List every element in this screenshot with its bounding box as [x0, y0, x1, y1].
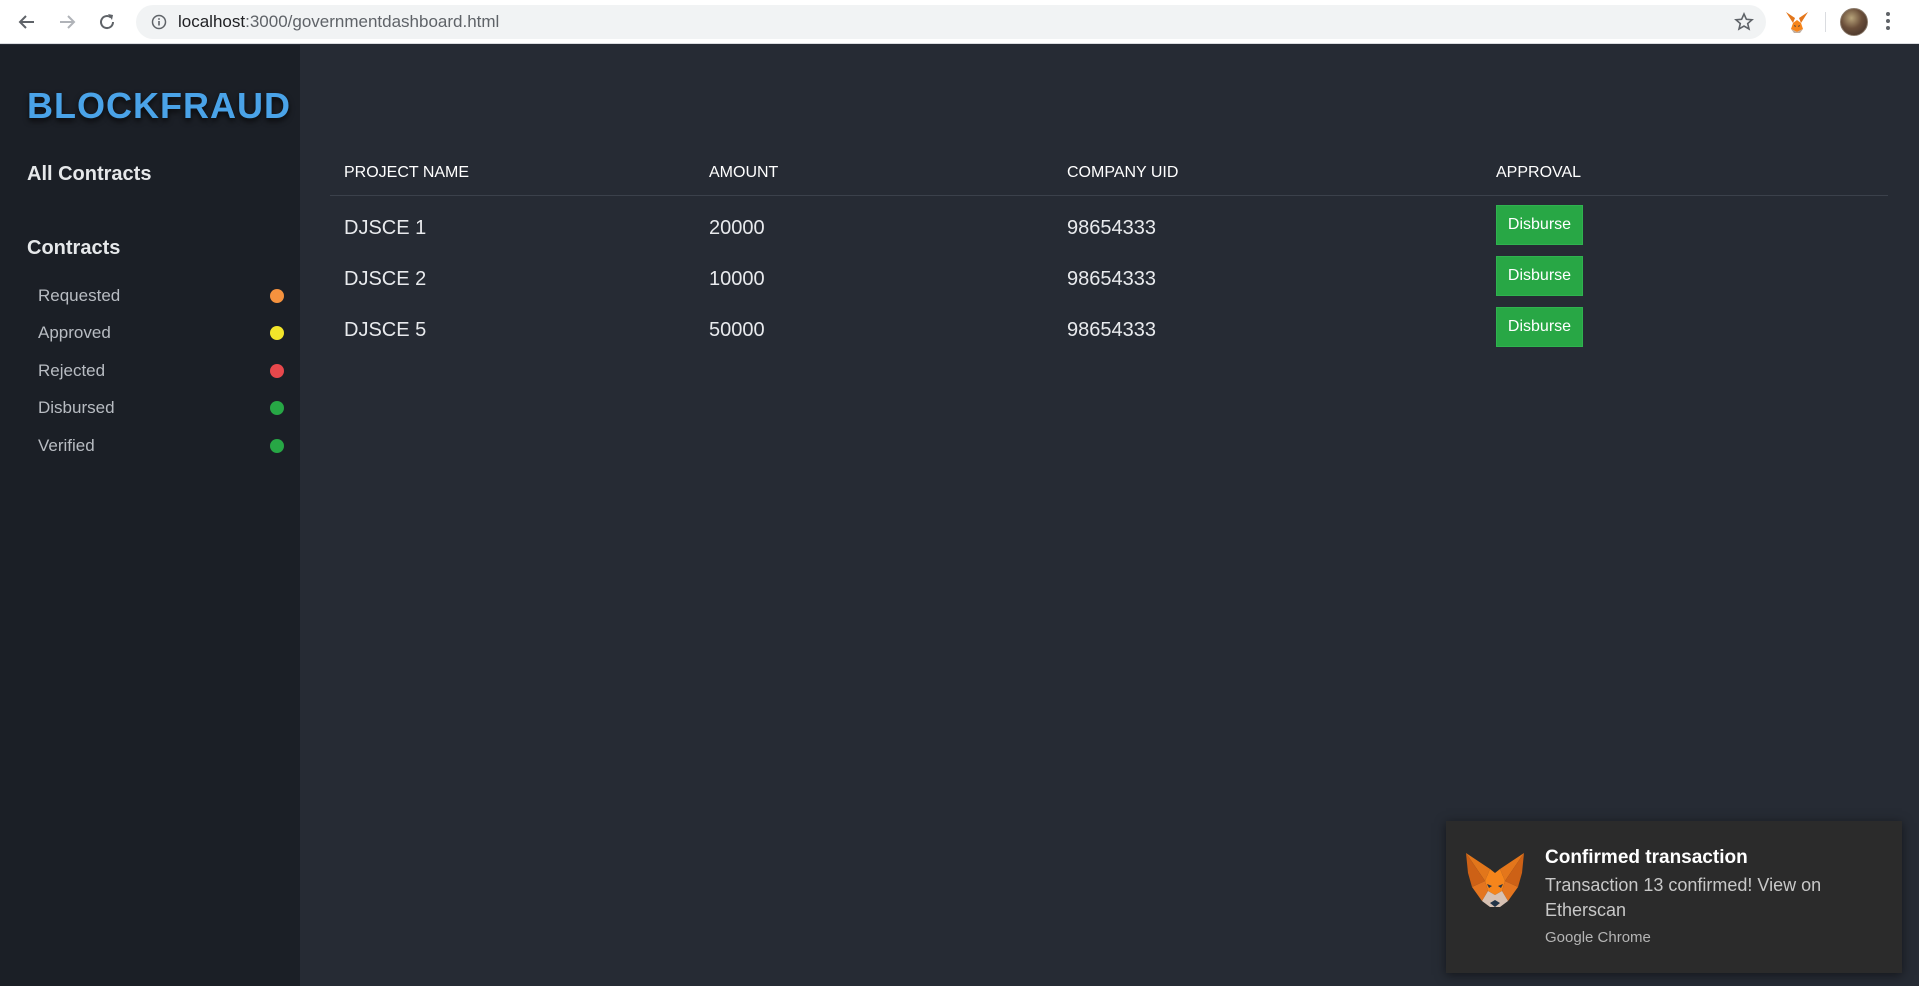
cell-project-name: DJSCE 5	[344, 319, 427, 341]
forward-button[interactable]	[53, 8, 81, 36]
disburse-button[interactable]: Disburse	[1496, 256, 1583, 296]
cell-amount: 50000	[709, 319, 765, 341]
metamask-fox-icon[interactable]	[1784, 9, 1810, 35]
status-label: Approved	[38, 323, 111, 343]
notification-source: Google Chrome	[1545, 929, 1651, 946]
column-header-project-name: PROJECT NAME	[344, 164, 470, 181]
status-label: Requested	[38, 285, 121, 305]
table-row: DJSCE 2 10000 98654333 Disburse	[330, 256, 1888, 307]
sidebar: BLOCKFRAUD All Contracts Contracts Reque…	[0, 45, 300, 986]
notification-body: Transaction 13 confirmed! View on Ethers…	[1545, 875, 1822, 920]
column-header-company-uid: COMPANY UID	[1067, 164, 1179, 181]
cell-project-name: DJSCE 1	[344, 217, 427, 239]
back-arrow-icon	[18, 15, 34, 29]
cell-project-name: DJSCE 2	[344, 268, 427, 290]
url-path: :3000/governmentdashboard.html	[245, 12, 500, 31]
status-dot	[270, 438, 284, 453]
metamask-fox-icon	[1464, 851, 1526, 911]
back-button[interactable]	[13, 8, 41, 36]
kebab-menu-icon[interactable]	[1884, 10, 1892, 34]
status-legend: Requested Approved Rejected Disbursed Ve…	[38, 277, 284, 465]
cell-company-uid: 98654333	[1067, 268, 1156, 290]
column-header-amount: AMOUNT	[709, 164, 779, 181]
status-label: Disbursed	[38, 398, 115, 418]
cell-amount: 10000	[709, 268, 765, 290]
sidebar-item-approved[interactable]: Approved	[38, 315, 284, 353]
url-host: localhost	[178, 12, 246, 31]
brand-logo[interactable]: BLOCKFRAUD	[27, 85, 291, 127]
sidebar-item-disbursed[interactable]: Disbursed	[38, 390, 284, 428]
reload-button[interactable]	[93, 8, 121, 36]
cell-company-uid: 98654333	[1067, 319, 1156, 341]
column-header-approval: APPROVAL	[1496, 164, 1582, 181]
status-dot	[270, 401, 284, 416]
reload-icon	[100, 14, 115, 30]
table-header: PROJECT NAME AMOUNT COMPANY UID APPROVAL	[330, 149, 1888, 196]
table-row: DJSCE 1 20000 98654333 Disburse	[330, 205, 1888, 256]
disburse-button[interactable]: Disburse	[1496, 307, 1583, 347]
star-icon[interactable]	[1734, 12, 1754, 37]
info-icon[interactable]	[150, 13, 168, 31]
address-bar[interactable]: localhost:3000/governmentdashboard.html	[136, 5, 1766, 39]
sidebar-item-requested[interactable]: Requested	[38, 277, 284, 315]
sidebar-item-all-contracts[interactable]: All Contracts	[27, 163, 151, 186]
table-row: DJSCE 5 50000 98654333 Disburse	[330, 307, 1888, 358]
toolbar-divider	[1825, 12, 1826, 32]
status-label: Rejected	[38, 360, 106, 380]
cell-company-uid: 98654333	[1067, 217, 1156, 239]
sidebar-item-rejected[interactable]: Rejected	[38, 352, 284, 390]
status-label: Verified	[38, 435, 95, 455]
disburse-button[interactable]: Disburse	[1496, 205, 1583, 245]
status-dot	[270, 326, 284, 341]
url-text[interactable]: localhost:3000/governmentdashboard.html	[178, 12, 499, 32]
sidebar-item-verified[interactable]: Verified	[38, 427, 284, 465]
browser-toolbar: localhost:3000/governmentdashboard.html	[0, 0, 1919, 44]
notification-title: Confirmed transaction	[1545, 847, 1748, 868]
avatar[interactable]	[1840, 8, 1868, 36]
cell-amount: 20000	[709, 217, 765, 239]
status-dot	[270, 288, 284, 303]
sidebar-heading-contracts: Contracts	[27, 237, 121, 259]
status-dot	[270, 363, 284, 378]
forward-arrow-icon	[60, 15, 76, 29]
notification-toast[interactable]: Confirmed transaction Transaction 13 con…	[1446, 821, 1902, 973]
